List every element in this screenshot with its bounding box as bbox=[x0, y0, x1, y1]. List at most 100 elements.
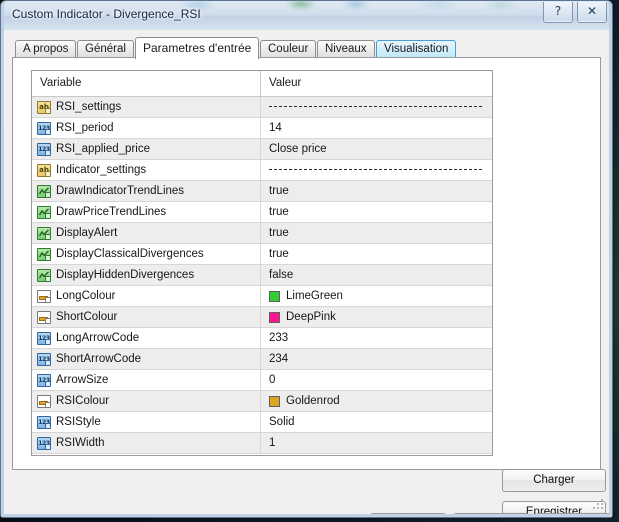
table-row[interactable]: 123RSI_applied_priceClose price bbox=[32, 139, 492, 160]
string-icon: ab bbox=[37, 101, 51, 114]
value-cell[interactable]: Close price bbox=[260, 139, 492, 159]
value-cell[interactable]: true bbox=[260, 202, 492, 222]
table-row[interactable]: abRSI_settings bbox=[32, 97, 492, 118]
value-text: Close price bbox=[269, 143, 327, 155]
reset-button[interactable]: Remise a zéro bbox=[536, 513, 613, 518]
value-cell[interactable]: true bbox=[260, 244, 492, 264]
cancel-button[interactable]: Annuler bbox=[453, 513, 529, 518]
value-cell[interactable]: 14 bbox=[260, 118, 492, 138]
value-cell[interactable] bbox=[260, 160, 492, 180]
table-row[interactable]: 123RSI_period14 bbox=[32, 118, 492, 139]
colour-swatch bbox=[269, 396, 280, 407]
value-cell[interactable] bbox=[260, 97, 492, 117]
table-row[interactable]: LongColour LimeGreen bbox=[32, 286, 492, 307]
tab-niveaux[interactable]: Niveaux bbox=[317, 40, 375, 58]
variable-name: DisplayClassicalDivergences bbox=[56, 248, 204, 260]
variable-cell: RSIColour bbox=[32, 391, 260, 411]
variable-cell: 123 LongArrowCode bbox=[32, 328, 260, 348]
help-button[interactable]: ? bbox=[543, 2, 573, 23]
close-button[interactable]: ✕ bbox=[577, 2, 607, 23]
separator-line bbox=[269, 106, 482, 108]
variable-name: DisplayHiddenDivergences bbox=[56, 269, 194, 281]
value-cell[interactable]: true bbox=[260, 223, 492, 243]
tab-a-propos[interactable]: A propos bbox=[15, 40, 76, 58]
ok-button[interactable]: OK bbox=[370, 513, 446, 518]
boolean-icon bbox=[37, 185, 51, 198]
tab-couleur[interactable]: Couleur bbox=[260, 40, 316, 58]
variable-cell: DrawIndicatorTrendLines bbox=[32, 181, 260, 201]
table-row[interactable]: RSIColourGoldenrod bbox=[32, 391, 492, 412]
number-icon: 123 bbox=[37, 353, 51, 366]
table-row[interactable]: DrawPriceTrendLines true bbox=[32, 202, 492, 223]
value-text: 1 bbox=[269, 437, 275, 449]
window-title: Custom Indicator - Divergence_RSI bbox=[12, 7, 201, 21]
value-cell[interactable]: 234 bbox=[260, 349, 492, 369]
variable-name: RSI_period bbox=[56, 122, 114, 134]
value-text: true bbox=[269, 185, 289, 197]
tab-parametres-d-entr-e[interactable]: Parametres d'entrée bbox=[135, 37, 259, 59]
resize-grip[interactable] bbox=[593, 499, 605, 511]
tab-g-n-ral[interactable]: Général bbox=[77, 40, 134, 58]
table-row[interactable]: 123RSIWidth1 bbox=[32, 433, 492, 454]
colour-icon bbox=[37, 311, 51, 324]
colour-swatch bbox=[269, 312, 280, 323]
value-cell[interactable]: DeepPink bbox=[260, 307, 492, 327]
variable-name: DrawPriceTrendLines bbox=[56, 206, 166, 218]
table-row[interactable]: DisplayAlerttrue bbox=[32, 223, 492, 244]
boolean-icon bbox=[37, 206, 51, 219]
variable-cell: DisplayAlert bbox=[32, 223, 260, 243]
string-icon: ab bbox=[37, 164, 51, 177]
variable-cell: abIndicator_settings bbox=[32, 160, 260, 180]
number-icon: 123 bbox=[37, 332, 51, 345]
grid-header-row: Variable Valeur bbox=[32, 71, 492, 97]
value-cell[interactable]: LimeGreen bbox=[260, 286, 492, 306]
variable-cell: 123ArrowSize bbox=[32, 370, 260, 390]
table-row[interactable]: DisplayClassicalDivergences true bbox=[32, 244, 492, 265]
variable-name: RSIWidth bbox=[56, 437, 105, 449]
value-cell[interactable]: true bbox=[260, 181, 492, 201]
table-row[interactable]: DrawIndicatorTrendLines true bbox=[32, 181, 492, 202]
grid-body: abRSI_settings 123 RSI_period 14 123RSI_appl… bbox=[32, 97, 492, 454]
colour-icon bbox=[37, 290, 51, 303]
table-row[interactable]: abIndicator_settings bbox=[32, 160, 492, 181]
value-cell[interactable]: Solid bbox=[260, 412, 492, 432]
variable-name: LongColour bbox=[56, 290, 115, 302]
column-header-value: Valeur bbox=[260, 71, 492, 96]
variable-cell: DisplayClassicalDivergences bbox=[32, 244, 260, 264]
value-text: 14 bbox=[269, 122, 282, 134]
variable-name: DrawIndicatorTrendLines bbox=[56, 185, 184, 197]
value-text: 0 bbox=[269, 374, 275, 386]
number-icon: 123 bbox=[37, 374, 51, 387]
title-bar[interactable]: Custom Indicator - Divergence_RSI ? ✕ bbox=[1, 1, 612, 31]
variable-name: ShortColour bbox=[56, 311, 117, 323]
table-row[interactable]: 123 LongArrowCode 233 bbox=[32, 328, 492, 349]
value-cell[interactable]: 233 bbox=[260, 328, 492, 348]
variable-cell: LongColour bbox=[32, 286, 260, 306]
parameters-grid[interactable]: Variable Valeur abRSI_settings 123 RSI_per… bbox=[31, 70, 493, 456]
value-text: 233 bbox=[269, 332, 288, 344]
table-row[interactable]: 123 ShortArrowCode 234 bbox=[32, 349, 492, 370]
value-text: true bbox=[269, 206, 289, 218]
tab-visualisation[interactable]: Visualisation bbox=[376, 40, 456, 58]
variable-name: ShortArrowCode bbox=[56, 353, 141, 365]
variable-cell: 123 ShortArrowCode bbox=[32, 349, 260, 369]
boolean-icon bbox=[37, 248, 51, 261]
value-cell[interactable]: Goldenrod bbox=[260, 391, 492, 411]
variable-cell: ShortColour bbox=[32, 307, 260, 327]
value-cell[interactable]: 0 bbox=[260, 370, 492, 390]
value-text: false bbox=[269, 269, 293, 281]
load-button[interactable]: Charger bbox=[502, 469, 606, 492]
variable-name: LongArrowCode bbox=[56, 332, 139, 344]
table-row[interactable]: 123RSIStyleSolid bbox=[32, 412, 492, 433]
tab-strip: A proposGénéralParametres d'entréeCouleu… bbox=[12, 37, 601, 58]
number-icon: 123 bbox=[37, 416, 51, 429]
value-cell[interactable]: false bbox=[260, 265, 492, 285]
table-row[interactable]: 123ArrowSize 0 bbox=[32, 370, 492, 391]
value-text: true bbox=[269, 248, 289, 260]
value-cell[interactable]: 1 bbox=[260, 433, 492, 453]
custom-indicator-dialog: Custom Indicator - Divergence_RSI ? ✕ A … bbox=[0, 0, 613, 518]
table-row[interactable]: ShortColour DeepPink bbox=[32, 307, 492, 328]
value-text: 234 bbox=[269, 353, 288, 365]
table-row[interactable]: DisplayHiddenDivergences false bbox=[32, 265, 492, 286]
variable-cell: DrawPriceTrendLines bbox=[32, 202, 260, 222]
